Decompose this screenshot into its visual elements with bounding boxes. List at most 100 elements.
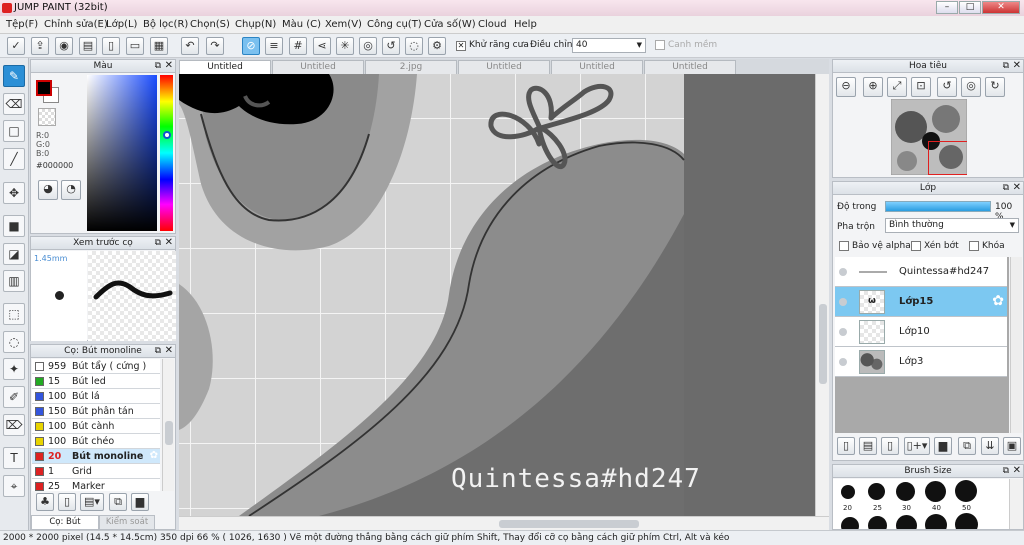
document-icon[interactable]: ▭ [126, 37, 144, 55]
close-icon[interactable]: ✕ [1013, 60, 1021, 72]
tab-untitled-2[interactable]: Untitled [272, 60, 364, 74]
tab-2jpg[interactable]: 2.jpg [365, 60, 457, 74]
brush-size-dot[interactable] [955, 513, 978, 529]
menu-color[interactable]: Màu (C) [282, 19, 321, 30]
line-tool-icon[interactable]: ╱ [3, 148, 25, 170]
new-text-layer-icon[interactable]: ▯ [881, 437, 899, 455]
zoom-out-icon[interactable]: ⊖ [836, 77, 856, 97]
select-rect-tool-icon[interactable]: ⬚ [3, 303, 25, 325]
message-icon[interactable]: ▤ [79, 37, 97, 55]
brush-size-dot[interactable] [925, 514, 947, 529]
layer-row[interactable]: Lớp3 [835, 347, 1007, 377]
layer-folder-icon[interactable]: ▆ [934, 437, 952, 455]
tab-untitled-1[interactable]: Untitled [179, 60, 271, 74]
rectangle-tool-icon[interactable]: □ [3, 120, 25, 142]
brush-group-icon[interactable]: ♣ [36, 493, 54, 511]
close-button[interactable]: ✕ [982, 1, 1020, 14]
gradient-tool-icon[interactable]: ▥ [3, 270, 25, 292]
layer-list-scrollbar[interactable] [1010, 257, 1022, 433]
transparent-color-swatch[interactable] [38, 108, 56, 126]
snap-checkbox[interactable] [655, 40, 665, 53]
fill-rect-tool-icon[interactable]: ■ [3, 215, 25, 237]
perspective-snap-icon[interactable]: ⋖ [313, 37, 331, 55]
visibility-icon[interactable] [839, 328, 847, 336]
pin-icon[interactable]: ⧉ [1003, 60, 1009, 72]
close-icon[interactable]: ✕ [165, 237, 173, 249]
move-tool-icon[interactable]: ✥ [3, 182, 25, 204]
new-raster-layer-icon[interactable]: ▤ [859, 437, 877, 455]
duplicate-layer-icon[interactable]: ⧉ [958, 437, 976, 455]
tab-brush-control[interactable]: Kiểm soát cọ [99, 515, 155, 540]
rotate-reset-icon[interactable]: ◎ [961, 77, 981, 97]
brush-list-scrollbar[interactable] [162, 359, 174, 491]
pin-icon[interactable]: ⧉ [155, 60, 161, 72]
brush-size-dot[interactable] [868, 516, 887, 529]
menu-help[interactable]: Help [514, 19, 537, 30]
canvas-horizontal-scrollbar[interactable] [179, 516, 829, 530]
actual-size-icon[interactable]: ⊡ [911, 77, 931, 97]
grid-view-icon[interactable]: ▦ [150, 37, 168, 55]
brush-item[interactable]: 25 Marker [32, 479, 160, 491]
drawing-canvas[interactable]: Quintessa#hd247 [179, 74, 815, 516]
blend-mode-select[interactable]: Bình thường ▼ [885, 218, 1019, 233]
canvas-vertical-scrollbar[interactable] [815, 74, 829, 516]
minimize-button[interactable]: – [936, 1, 958, 14]
delete-layer-icon[interactable]: ▣ [1003, 437, 1021, 455]
circle-snap-icon[interactable]: ◎ [359, 37, 377, 55]
eyedropper-tool-icon[interactable]: ⌖ [3, 475, 25, 497]
close-icon[interactable]: ✕ [1013, 182, 1021, 194]
palette-icon[interactable]: ◕ [38, 180, 58, 200]
snap-off-icon[interactable]: ⊘ [242, 37, 260, 55]
brush-item[interactable]: 100 Bút lá [32, 389, 160, 404]
select-pen-tool-icon[interactable]: ✐ [3, 386, 25, 408]
menu-capture[interactable]: Chụp(N) [235, 19, 276, 30]
comment-icon[interactable]: ◉ [55, 37, 73, 55]
brush-list-scroll-thumb[interactable] [165, 421, 173, 445]
brush-item[interactable]: 100 Bút chéo [32, 434, 160, 449]
brush-item[interactable]: 150 Bút phân tán [32, 404, 160, 419]
brush-menu-icon[interactable]: ▤▾ [80, 493, 104, 511]
fit-window-icon[interactable]: ⤢ [887, 77, 907, 97]
visibility-icon[interactable] [839, 268, 847, 276]
layer-row-selected[interactable]: ѡ Lớp15 ✿ [835, 287, 1007, 317]
radial-snap-icon[interactable]: ✳ [336, 37, 354, 55]
rotate-left-icon[interactable]: ↺ [937, 77, 957, 97]
brush-item-selected[interactable]: 20 Bút monoline ✿ [32, 449, 160, 464]
settings-snap-icon[interactable]: ⚙ [428, 37, 446, 55]
tab-untitled-5[interactable]: Untitled [644, 60, 736, 74]
menu-filter[interactable]: Bộ lọc(R) [143, 19, 188, 30]
brush-folder-icon[interactable]: ▆ [131, 493, 149, 511]
menu-layer[interactable]: Lớp(L) [106, 19, 137, 30]
pen-tool-icon[interactable]: ✎ [3, 65, 25, 87]
close-icon[interactable]: ✕ [165, 345, 173, 357]
menu-view[interactable]: Xem(V) [325, 19, 362, 30]
canvas-vscroll-thumb[interactable] [819, 304, 827, 384]
brush-size-dot[interactable] [841, 517, 859, 529]
lasso-tool-icon[interactable]: ◌ [3, 331, 25, 353]
antialias-checkbox[interactable]: ✕ [456, 40, 466, 51]
page-icon[interactable]: ▯ [102, 37, 120, 55]
hue-slider-handle[interactable] [163, 131, 171, 139]
navigator-thumbnail[interactable] [891, 99, 967, 175]
brush-size-scrollbar[interactable] [1009, 479, 1023, 529]
gear-icon[interactable]: ✿ [992, 293, 1004, 309]
ellipse-snap-icon[interactable]: ◌ [405, 37, 423, 55]
menu-window[interactable]: Cửa số(W) [424, 19, 476, 30]
saturation-value-picker[interactable] [87, 75, 157, 231]
brush-size-dot[interactable] [896, 515, 917, 529]
menu-cloud[interactable]: Cloud [478, 19, 507, 30]
navigator-viewport-frame[interactable] [928, 141, 967, 175]
select-eraser-tool-icon[interactable]: ⌦ [3, 414, 25, 436]
curve-snap-icon[interactable]: ↺ [382, 37, 400, 55]
tab-brush[interactable]: Cọ: Bút monoline [31, 515, 99, 540]
opacity-slider[interactable] [885, 201, 991, 212]
menu-select[interactable]: Chọn(S) [190, 19, 230, 30]
pin-icon[interactable]: ⧉ [1003, 182, 1009, 194]
bucket-tool-icon[interactable]: ◪ [3, 243, 25, 265]
share-icon[interactable]: ⇪ [31, 37, 49, 55]
visibility-icon[interactable] [839, 358, 847, 366]
brush-size-dot[interactable] [896, 482, 915, 501]
brush-size-dot[interactable] [841, 485, 855, 499]
new-layer-icon[interactable]: ▯ [837, 437, 855, 455]
close-icon[interactable]: ✕ [1013, 465, 1021, 477]
